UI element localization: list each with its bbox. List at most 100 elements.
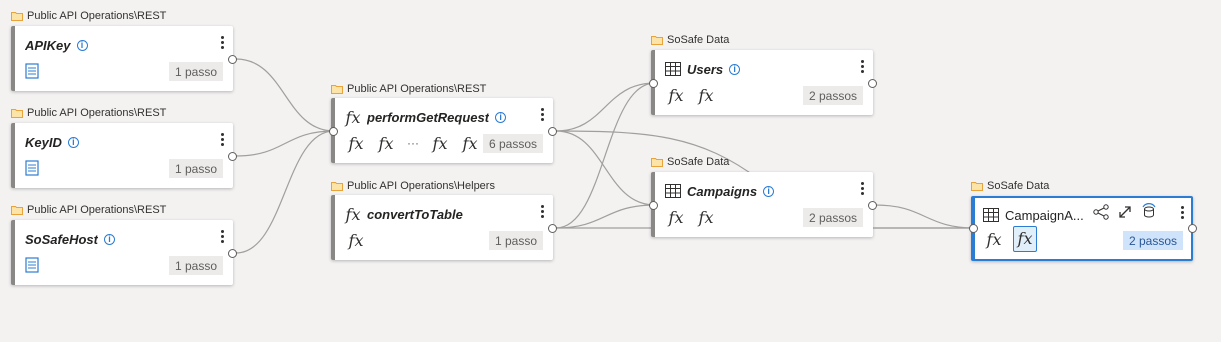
output-port-keyid[interactable] bbox=[228, 152, 237, 161]
folder-label-campaigna: SoSafe Data bbox=[971, 179, 1049, 193]
folder-name: Public API Operations\REST bbox=[27, 10, 167, 22]
query-node-performgetrequest[interactable]: fx performGetRequest i fx fx ··· fx fx 6… bbox=[331, 98, 553, 163]
node-title: SoSafeHost bbox=[25, 231, 98, 247]
table-icon bbox=[665, 62, 681, 76]
input-port-users[interactable] bbox=[649, 79, 658, 88]
output-port-apikey[interactable] bbox=[228, 55, 237, 64]
folder-name: SoSafe Data bbox=[667, 34, 730, 46]
query-node-keyid[interactable]: KeyID i 1 passo bbox=[11, 123, 233, 188]
wire-campaigns-campaigna bbox=[874, 204, 976, 229]
function-icon: fx bbox=[345, 204, 361, 224]
info-icon[interactable]: i bbox=[763, 185, 775, 197]
share-lineage-icon[interactable] bbox=[1092, 203, 1110, 221]
wire-performgetrequest-campaigns bbox=[555, 130, 656, 206]
more-options-icon[interactable] bbox=[539, 106, 545, 124]
more-options-icon[interactable] bbox=[219, 34, 225, 52]
input-port-campaigns[interactable] bbox=[649, 201, 658, 210]
query-node-campaigna[interactable]: CampaignA... fx fx 2 passos bbox=[971, 196, 1193, 261]
folder-label-converttotable: Public API Operations\Helpers bbox=[331, 179, 495, 193]
folder-icon bbox=[971, 182, 983, 191]
output-port-converttotable[interactable] bbox=[548, 224, 557, 233]
query-node-campaigns[interactable]: Campaigns i fx fx 2 passos bbox=[651, 172, 873, 237]
step-fx-icon-selected[interactable]: fx bbox=[1013, 226, 1037, 252]
folder-name: Public API Operations\REST bbox=[27, 204, 167, 216]
step-fx-icon[interactable]: fx bbox=[429, 134, 451, 153]
steps-badge: 6 passos bbox=[482, 134, 543, 153]
folder-label-campaigns: SoSafe Data bbox=[651, 155, 729, 169]
wire-converttotable-campaigns bbox=[555, 204, 656, 229]
output-port-performgetrequest[interactable] bbox=[548, 127, 557, 136]
query-node-users[interactable]: Users i fx fx 2 passos bbox=[651, 50, 873, 115]
more-options-icon[interactable] bbox=[219, 228, 225, 246]
info-icon[interactable]: i bbox=[76, 39, 88, 51]
steps-badge: 2 passos bbox=[1122, 231, 1183, 250]
steps-badge: 1 passo bbox=[168, 62, 223, 81]
query-node-converttotable[interactable]: fx convertToTable fx 1 passo bbox=[331, 195, 553, 260]
refresh-data-icon[interactable] bbox=[1140, 203, 1158, 221]
folder-icon bbox=[11, 109, 23, 118]
wire-sosafehost-performgetrequest bbox=[235, 130, 335, 254]
more-steps-ellipsis: ··· bbox=[407, 136, 419, 150]
table-icon bbox=[983, 208, 999, 222]
node-title: convertToTable bbox=[367, 206, 463, 222]
folder-label-performgetrequest: Public API Operations\REST bbox=[331, 82, 486, 96]
steps-badge: 2 passos bbox=[802, 208, 863, 227]
input-port-performgetrequest[interactable] bbox=[329, 127, 338, 136]
step-fx-icon[interactable]: fx bbox=[665, 86, 687, 105]
folder-icon bbox=[331, 182, 343, 191]
folder-label-keyid: Public API Operations\REST bbox=[11, 106, 166, 120]
parameter-icon bbox=[25, 257, 39, 273]
node-title: performGetRequest bbox=[367, 109, 490, 125]
folder-label-users: SoSafe Data bbox=[651, 33, 729, 47]
step-fx-icon[interactable]: fx bbox=[345, 231, 367, 250]
step-fx-icon[interactable]: fx bbox=[983, 230, 1005, 249]
folder-icon bbox=[11, 12, 23, 21]
node-title: Users bbox=[687, 61, 724, 77]
more-options-icon[interactable] bbox=[859, 180, 865, 198]
table-icon bbox=[665, 184, 681, 198]
output-port-sosafehost[interactable] bbox=[228, 249, 237, 258]
node-title: Campaigns bbox=[687, 183, 758, 199]
folder-label-sosafehost: Public API Operations\REST bbox=[11, 203, 166, 217]
info-icon[interactable]: i bbox=[729, 63, 741, 75]
folder-label-apikey: Public API Operations\REST bbox=[11, 9, 166, 23]
more-options-icon[interactable] bbox=[219, 131, 225, 149]
wire-performgetrequest-users bbox=[555, 82, 656, 132]
function-icon: fx bbox=[345, 107, 361, 127]
folder-name: SoSafe Data bbox=[667, 156, 730, 168]
folder-icon bbox=[651, 158, 663, 167]
info-icon[interactable]: i bbox=[67, 136, 79, 148]
steps-badge: 1 passo bbox=[168, 256, 223, 275]
output-port-users[interactable] bbox=[868, 79, 877, 88]
folder-name: SoSafe Data bbox=[987, 180, 1050, 192]
step-fx-icon[interactable]: fx bbox=[695, 86, 717, 105]
step-fx-icon[interactable]: fx bbox=[665, 208, 687, 227]
step-fx-icon[interactable]: fx bbox=[695, 208, 717, 227]
node-title: APIKey bbox=[25, 37, 71, 53]
info-icon[interactable]: i bbox=[103, 233, 115, 245]
step-fx-icon[interactable]: fx bbox=[375, 134, 397, 153]
more-options-icon[interactable] bbox=[539, 203, 545, 221]
expand-icon[interactable] bbox=[1116, 203, 1134, 221]
parameter-icon bbox=[25, 63, 39, 79]
info-icon[interactable]: i bbox=[495, 111, 507, 123]
output-port-campaigna[interactable] bbox=[1188, 224, 1197, 233]
folder-icon bbox=[651, 36, 663, 45]
query-node-sosafehost[interactable]: SoSafeHost i 1 passo bbox=[11, 220, 233, 285]
more-options-icon[interactable] bbox=[859, 58, 865, 76]
node-title: KeyID bbox=[25, 134, 62, 150]
folder-icon bbox=[11, 206, 23, 215]
steps-badge: 1 passo bbox=[488, 231, 543, 250]
output-port-campaigns[interactable] bbox=[868, 201, 877, 210]
folder-name: Public API Operations\REST bbox=[27, 107, 167, 119]
steps-badge: 2 passos bbox=[802, 86, 863, 105]
wire-apikey-performgetrequest bbox=[235, 58, 335, 132]
input-port-campaigna[interactable] bbox=[969, 224, 978, 233]
folder-name: Public API Operations\Helpers bbox=[347, 180, 495, 192]
more-options-icon[interactable] bbox=[1179, 204, 1185, 222]
folder-name: Public API Operations\REST bbox=[347, 83, 487, 95]
step-fx-icon[interactable]: fx bbox=[345, 134, 367, 153]
query-node-apikey[interactable]: APIKey i 1 passo bbox=[11, 26, 233, 91]
step-fx-icon[interactable]: fx bbox=[459, 134, 481, 153]
steps-badge: 1 passo bbox=[168, 159, 223, 178]
